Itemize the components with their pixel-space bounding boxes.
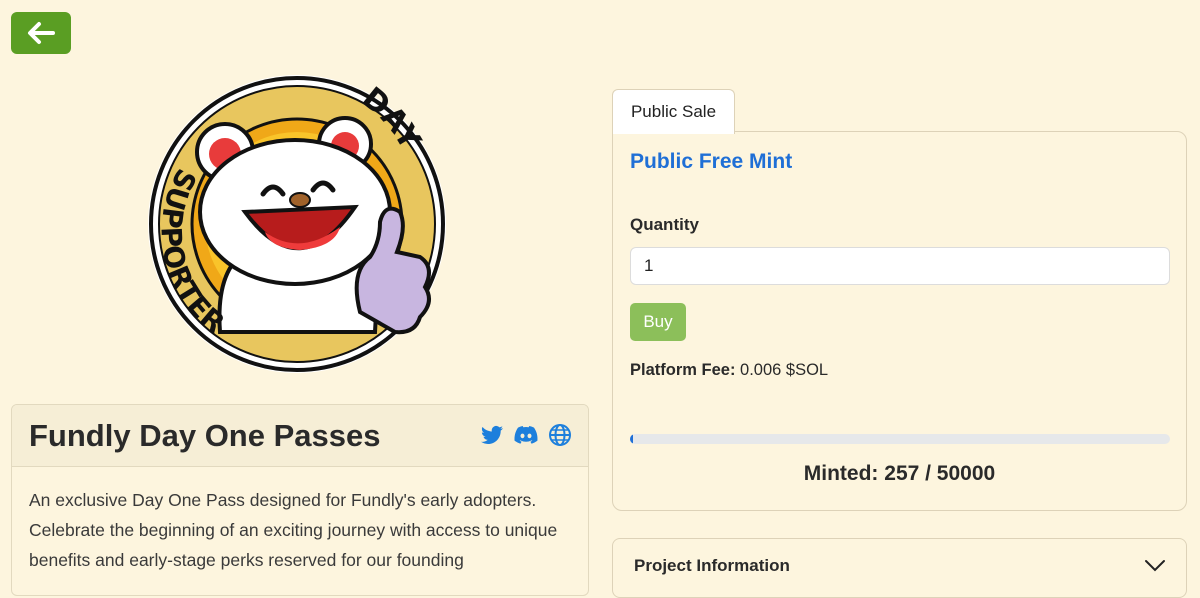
mint-panel: Public Free Mint Quantity Buy Platform F… xyxy=(612,131,1187,511)
collection-title: Fundly Day One Passes xyxy=(29,417,381,453)
chevron-down-icon xyxy=(1145,560,1165,572)
globe-icon[interactable] xyxy=(548,423,572,447)
project-information-title: Project Information xyxy=(634,556,790,575)
back-button[interactable] xyxy=(11,12,71,54)
collection-info-header: Fundly Day One Passes xyxy=(12,405,588,467)
project-information-accordion[interactable]: Project Information xyxy=(612,538,1187,598)
minted-count: Minted: 257 / 50000 xyxy=(803,462,996,485)
collection-info-card: Fundly Day One Passes An exclusive Day O… xyxy=(11,404,589,596)
quantity-label: Quantity xyxy=(630,215,699,234)
mint-progress-bar xyxy=(630,434,1170,444)
tab-public-sale[interactable]: Public Sale xyxy=(612,89,735,134)
social-links xyxy=(480,423,572,447)
twitter-icon[interactable] xyxy=(480,423,504,447)
quantity-input[interactable] xyxy=(630,247,1170,285)
mint-progress-fill xyxy=(630,434,633,444)
discord-icon[interactable] xyxy=(514,423,538,447)
platform-fee-value: 0.006 $SOL xyxy=(740,361,829,379)
arrow-left-icon xyxy=(28,22,55,44)
platform-fee-label: Platform Fee: xyxy=(630,361,736,379)
collection-logo: DAY 1 SUPPORTER xyxy=(135,45,450,377)
mint-title: Public Free Mint xyxy=(630,150,793,173)
collection-description: An exclusive Day One Pass designed for F… xyxy=(29,490,558,570)
buy-button[interactable]: Buy xyxy=(630,303,686,341)
platform-fee: Platform Fee: 0.006 $SOL xyxy=(630,361,828,380)
